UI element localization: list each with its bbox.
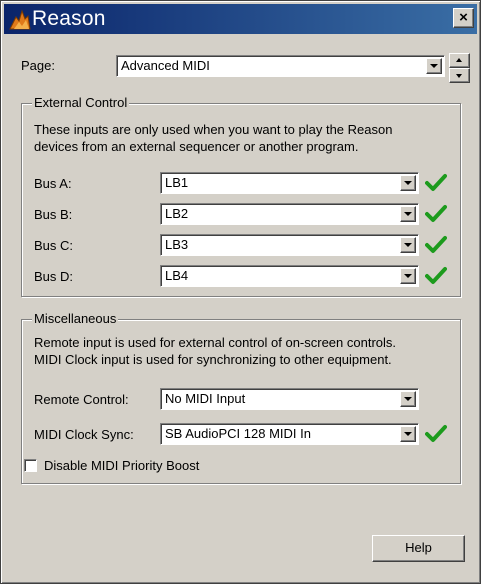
title-bar[interactable]: Reason × [4, 4, 477, 34]
page-label: Page: [21, 58, 55, 73]
bus-c-label: Bus C: [34, 238, 74, 253]
remote-control-label: Remote Control: [34, 392, 129, 407]
external-control-description-2: devices from an external sequencer or an… [34, 139, 359, 154]
midi-clock-sync-label: MIDI Clock Sync: [34, 427, 134, 442]
chevron-down-icon[interactable] [400, 175, 416, 191]
miscellaneous-title: Miscellaneous [32, 311, 119, 326]
midi-clock-ok-check-icon [425, 425, 447, 442]
page-spinner[interactable] [449, 53, 470, 83]
chevron-down-icon[interactable] [400, 391, 416, 407]
bus-b-ok-check-icon [425, 205, 447, 222]
spinner-up-arrow-icon[interactable] [449, 53, 470, 68]
miscellaneous-description-1: Remote input is used for external contro… [34, 335, 397, 350]
chevron-down-icon[interactable] [426, 58, 442, 74]
bus-d-value: LB4 [165, 268, 189, 283]
chevron-down-icon[interactable] [400, 237, 416, 253]
bus-b-dropdown[interactable]: LB2 [160, 203, 419, 225]
bus-a-dropdown[interactable]: LB1 [160, 172, 419, 194]
bus-b-label: Bus B: [34, 207, 73, 222]
remote-control-dropdown[interactable]: No MIDI Input [160, 388, 419, 410]
bus-a-ok-check-icon [425, 174, 447, 191]
chevron-down-icon[interactable] [400, 268, 416, 284]
spinner-down-arrow-icon[interactable] [449, 68, 470, 83]
miscellaneous-description-2: MIDI Clock input is used for synchronizi… [34, 352, 392, 367]
bus-c-value: LB3 [165, 237, 189, 252]
remote-control-value: No MIDI Input [165, 391, 246, 406]
bus-c-dropdown[interactable]: LB3 [160, 234, 419, 256]
chevron-down-icon[interactable] [400, 426, 416, 442]
disable-priority-boost-checkbox[interactable] [24, 459, 37, 472]
bus-a-value: LB1 [165, 175, 189, 190]
preferences-window: Reason × Page: Advanced MIDI External Co… [0, 0, 481, 584]
external-control-description-1: These inputs are only used when you want… [34, 122, 393, 137]
help-button[interactable]: Help [372, 535, 465, 562]
midi-clock-sync-value: SB AudioPCI 128 MIDI In [165, 426, 311, 441]
reason-app-icon [9, 9, 31, 30]
external-control-title: External Control [32, 95, 130, 110]
bus-c-ok-check-icon [425, 236, 447, 253]
bus-a-label: Bus A: [34, 176, 72, 191]
bus-d-label: Bus D: [34, 269, 74, 284]
bus-d-dropdown[interactable]: LB4 [160, 265, 419, 287]
window-title: Reason [32, 7, 106, 30]
close-button[interactable]: × [453, 8, 474, 28]
chevron-down-icon[interactable] [400, 206, 416, 222]
page-dropdown[interactable]: Advanced MIDI [116, 55, 445, 77]
midi-clock-sync-dropdown[interactable]: SB AudioPCI 128 MIDI In [160, 423, 419, 445]
bus-b-value: LB2 [165, 206, 189, 221]
page-dropdown-value: Advanced MIDI [121, 58, 210, 73]
bus-d-ok-check-icon [425, 267, 447, 284]
disable-priority-boost-label: Disable MIDI Priority Boost [44, 458, 200, 473]
